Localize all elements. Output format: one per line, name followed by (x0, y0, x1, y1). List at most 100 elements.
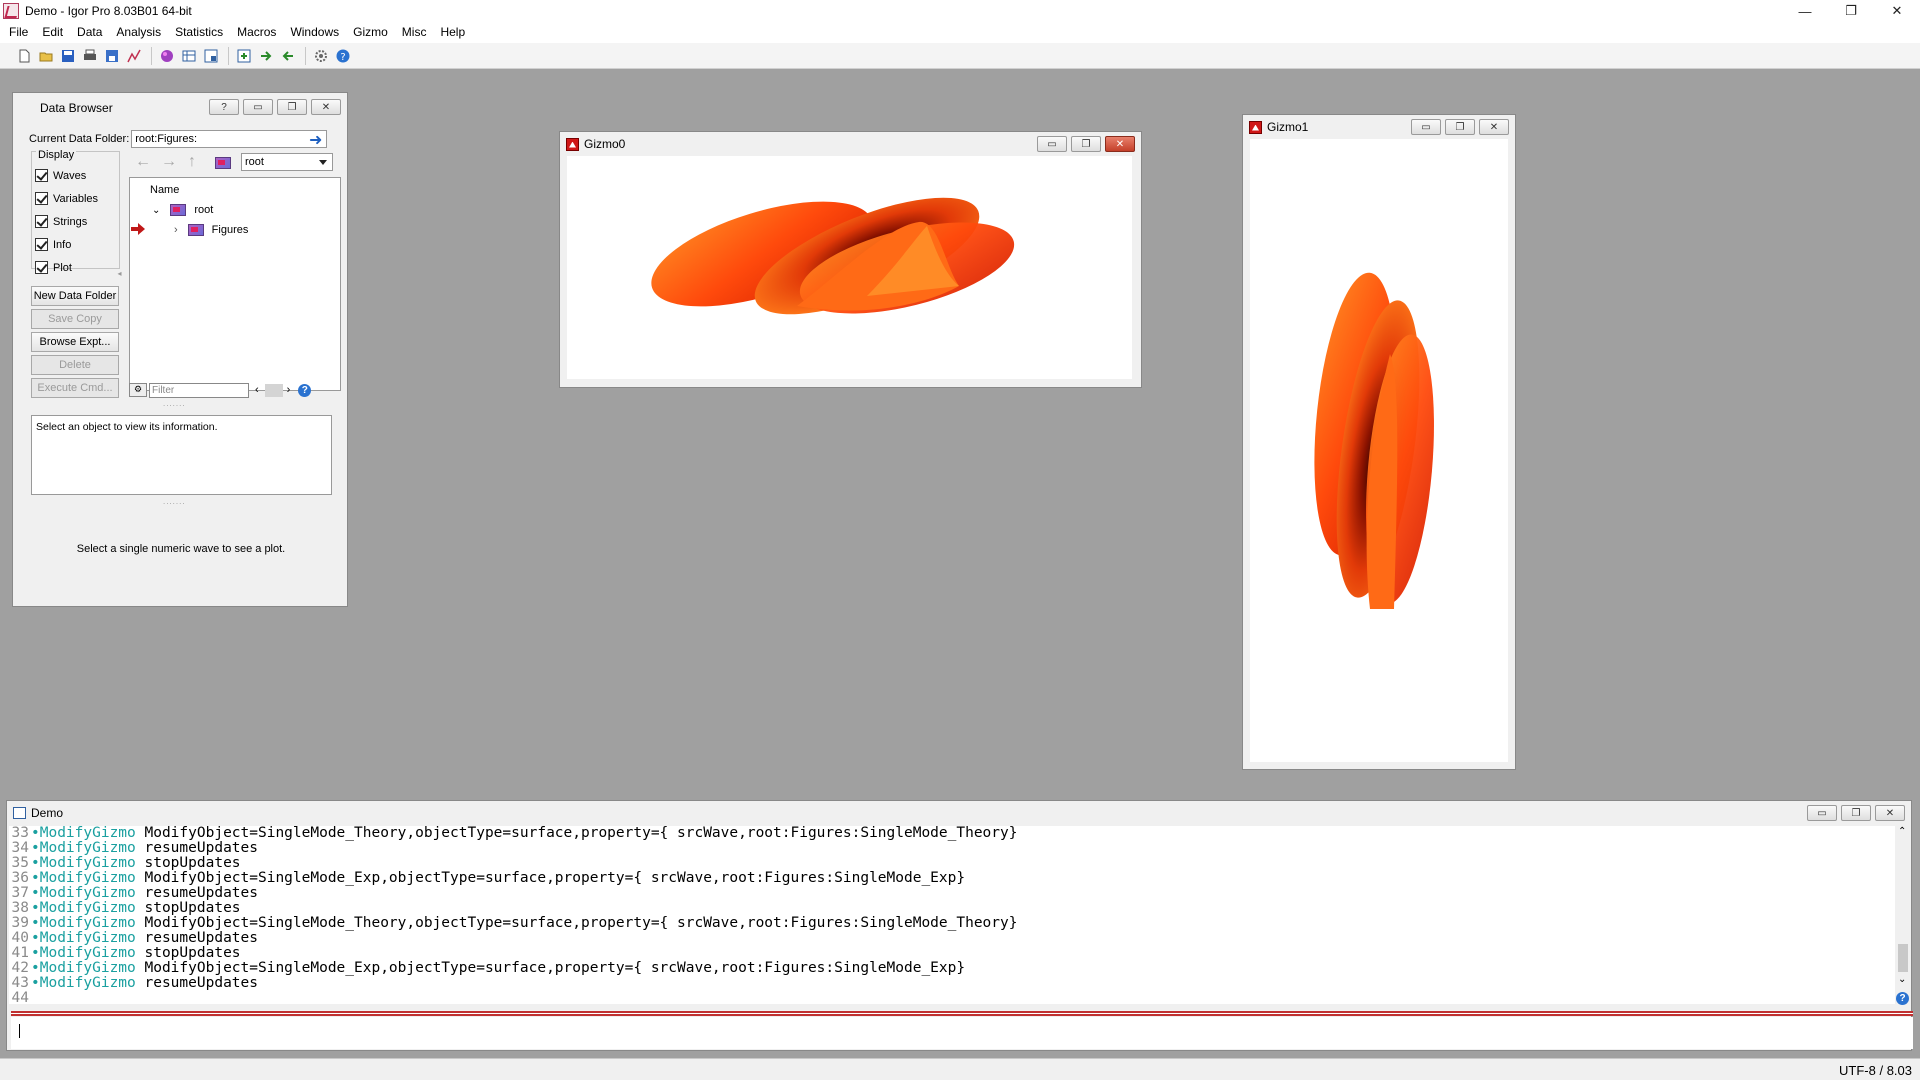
close-button[interactable]: ✕ (1105, 136, 1135, 152)
scroll-down-icon[interactable]: ⌄ (1898, 974, 1906, 985)
history-line[interactable]: 43 •ModifyGizmo resumeUpdates (9, 976, 1897, 991)
gizmo0-canvas[interactable] (567, 156, 1132, 379)
help-icon[interactable]: ? (298, 383, 312, 397)
print-icon[interactable] (80, 46, 100, 66)
menu-gizmo[interactable]: Gizmo (346, 22, 395, 43)
command-input[interactable] (11, 1017, 1913, 1049)
restore-button[interactable]: ❐ (1841, 805, 1871, 821)
delete-button[interactable]: Delete (31, 355, 119, 375)
scroll-left-icon[interactable]: ‹ (255, 384, 259, 396)
close-button[interactable]: ✕ (311, 99, 341, 115)
history-line[interactable]: 34 •ModifyGizmo resumeUpdates (9, 841, 1897, 856)
history-line[interactable]: 44 (9, 991, 1897, 1005)
restore-button[interactable]: ❐ (277, 99, 307, 115)
chevron-down-icon[interactable]: ⌄ (152, 205, 160, 216)
forward-arrow-icon[interactable]: → (161, 153, 177, 171)
current-folder-field[interactable]: root:Figures: (131, 130, 328, 148)
load-icon[interactable] (234, 46, 254, 66)
open-icon[interactable] (36, 46, 56, 66)
gizmo1-surface-plot[interactable] (1250, 139, 1508, 762)
checkbox-icon[interactable] (35, 261, 48, 274)
history-line[interactable]: 35 •ModifyGizmo stopUpdates (9, 856, 1897, 871)
data-tree[interactable]: Name ⌄ root › Figures (129, 177, 341, 391)
save-icon[interactable] (58, 46, 78, 66)
import-icon[interactable] (278, 46, 298, 66)
help-icon[interactable]: ? (1896, 992, 1909, 1005)
save-copy-icon[interactable] (102, 46, 122, 66)
help-button[interactable]: ? (209, 99, 239, 115)
checkbox-plot[interactable]: Plot (35, 261, 72, 274)
gizmo-icon[interactable] (157, 46, 177, 66)
execute-cmd-button[interactable]: Execute Cmd... (31, 378, 119, 398)
checkbox-icon[interactable] (35, 192, 48, 205)
menu-macros[interactable]: Macros (230, 22, 283, 43)
checkbox-icon[interactable] (35, 238, 48, 251)
scroll-right-icon[interactable]: › (287, 384, 291, 396)
history-line[interactable]: 33 •ModifyGizmo ModifyObject=SingleMode_T… (9, 826, 1897, 841)
back-arrow-icon[interactable]: ← (135, 153, 151, 171)
checkbox-strings[interactable]: Strings (35, 215, 87, 228)
checkbox-variables[interactable]: Variables (35, 192, 98, 205)
minimize-button[interactable]: ▭ (1037, 136, 1067, 152)
checkbox-info[interactable]: Info (35, 238, 71, 251)
horizontal-scrollbar[interactable] (264, 383, 283, 397)
menu-analysis[interactable]: Analysis (109, 22, 168, 43)
tree-item-root[interactable]: ⌄ root (152, 204, 213, 216)
new-icon[interactable] (14, 46, 34, 66)
history-scrollbar[interactable]: ⌃ ⌄ ? (1895, 826, 1911, 1011)
history-line[interactable]: 41 •ModifyGizmo stopUpdates (9, 946, 1897, 961)
graph-icon[interactable] (124, 46, 144, 66)
restore-button[interactable]: ❐ (1828, 0, 1874, 22)
menu-windows[interactable]: Windows (283, 22, 346, 43)
gizmo1-canvas[interactable] (1250, 139, 1508, 762)
minimize-button[interactable]: ▭ (1411, 119, 1441, 135)
minimize-button[interactable]: — (1782, 0, 1828, 22)
new-data-folder-button[interactable]: New Data Folder (31, 286, 119, 306)
history-line[interactable]: 42 •ModifyGizmo ModifyObject=SingleMode_E… (9, 961, 1897, 976)
menu-data[interactable]: Data (70, 22, 109, 43)
checkbox-waves[interactable]: Waves (35, 169, 86, 182)
settings-icon[interactable] (311, 46, 331, 66)
menu-misc[interactable]: Misc (395, 22, 434, 43)
chevron-right-icon[interactable]: › (174, 224, 178, 236)
close-button[interactable]: ✕ (1875, 805, 1905, 821)
minimize-button[interactable]: ▭ (243, 99, 273, 115)
menu-help[interactable]: Help (433, 22, 472, 43)
history-line[interactable]: 40 •ModifyGizmo resumeUpdates (9, 931, 1897, 946)
restore-button[interactable]: ❐ (1445, 119, 1475, 135)
layout-icon[interactable] (201, 46, 221, 66)
history-line[interactable]: 39 •ModifyGizmo ModifyObject=SingleMode_T… (9, 916, 1897, 931)
gear-icon[interactable]: ⚙ (129, 383, 147, 397)
scroll-up-icon[interactable]: ⌃ (1898, 826, 1906, 837)
history-area[interactable]: 33 •ModifyGizmo ModifyObject=SingleMode_T… (9, 826, 1897, 1004)
save-copy-button[interactable]: Save Copy (31, 309, 119, 329)
splitter-handle-icon[interactable]: ◂ (115, 269, 124, 279)
restore-button[interactable]: ❐ (1071, 136, 1101, 152)
help-icon[interactable]: ? (333, 46, 353, 66)
menu-statistics[interactable]: Statistics (168, 22, 230, 43)
menu-edit[interactable]: Edit (35, 22, 70, 43)
close-button[interactable]: ✕ (1479, 119, 1509, 135)
command-divider[interactable] (11, 1011, 1913, 1016)
splitter-grip[interactable]: ....... (163, 497, 186, 506)
filter-input[interactable]: Filter (149, 382, 249, 398)
go-arrow-icon[interactable]: ➜ (309, 130, 322, 150)
menu-file[interactable]: File (2, 22, 35, 43)
history-line[interactable]: 37 •ModifyGizmo resumeUpdates (9, 886, 1897, 901)
tree-item-figures[interactable]: › Figures (174, 224, 248, 236)
browse-expt-button[interactable]: Browse Expt... (31, 332, 119, 352)
history-line[interactable]: 36 •ModifyGizmo ModifyObject=SingleMode_E… (9, 871, 1897, 886)
up-arrow-icon[interactable]: ↑ (188, 153, 196, 171)
scrollbar-thumb[interactable] (1898, 944, 1908, 972)
folder-icon[interactable] (215, 157, 231, 169)
export-icon[interactable] (256, 46, 276, 66)
minimize-button[interactable]: ▭ (1807, 805, 1837, 821)
checkbox-icon[interactable] (35, 215, 48, 228)
splitter-grip[interactable]: ....... (163, 399, 186, 408)
folder-select[interactable]: root (241, 153, 333, 171)
table-icon[interactable] (179, 46, 199, 66)
close-button[interactable]: ✕ (1874, 0, 1920, 22)
checkbox-icon[interactable] (35, 169, 48, 182)
gizmo0-surface-plot[interactable] (567, 156, 1132, 379)
name-column-header[interactable]: Name (150, 184, 179, 196)
